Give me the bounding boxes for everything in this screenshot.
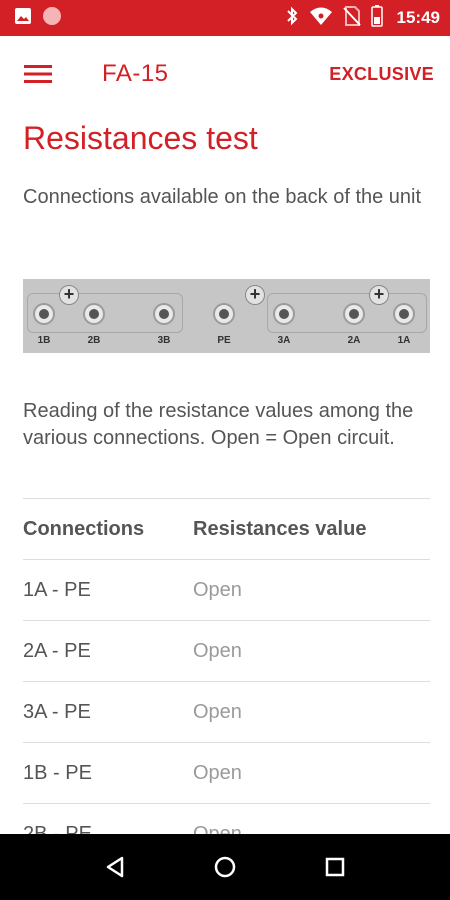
back-button[interactable] (95, 847, 135, 887)
terminal-label: PE (217, 335, 231, 346)
value-cell: Open (193, 578, 242, 601)
terminal-pe (213, 303, 235, 325)
image-icon (14, 7, 32, 30)
reading-description: Reading of the resistance values among t… (23, 400, 414, 449)
connection-cell: 1B - PE (23, 761, 92, 784)
header-connections: Connections (23, 517, 145, 540)
connection-cell: 3A - PE (23, 700, 91, 723)
terminal-1b (33, 303, 55, 325)
status-bar: 15:49 (0, 0, 450, 36)
table-header-row: Connections Resistances value (23, 498, 430, 559)
terminal-label: 3A (277, 335, 291, 346)
home-button[interactable] (205, 847, 245, 887)
table-row: 1B - PE Open (23, 742, 430, 803)
resistance-table: Connections Resistances value 1A - PE Op… (23, 498, 430, 834)
terminal-label: 2A (347, 335, 361, 346)
terminal-label: 3B (157, 335, 171, 346)
plus-icon: + (245, 285, 265, 305)
connector-panel-image: + + + 1B 2B 3B PE 3A 2A 1A (23, 279, 430, 353)
terminal-1a (393, 303, 415, 325)
menu-button[interactable] (24, 59, 54, 89)
terminal-label: 1B (37, 335, 51, 346)
plus-icon: + (369, 285, 389, 305)
value-cell: Open (193, 639, 242, 662)
terminal-2b (83, 303, 105, 325)
table-row: 3A - PE Open (23, 681, 430, 742)
record-icon (42, 6, 62, 31)
connection-cell: 1A - PE (23, 578, 91, 601)
intro-text: Connections available on the back of the… (23, 186, 422, 208)
status-right: 15:49 (285, 4, 440, 32)
plus-icon: + (59, 285, 79, 305)
value-cell: Open (193, 822, 242, 835)
app-bar: FA-15 EXCLUSIVE (0, 36, 450, 112)
terminal-2a (343, 303, 365, 325)
connection-cell: 2A - PE (23, 639, 91, 662)
terminal-label: 1A (397, 335, 411, 346)
wifi-icon (309, 6, 333, 31)
table-row: 2A - PE Open (23, 620, 430, 681)
hamburger-menu-icon (24, 65, 52, 83)
terminal-3a (273, 303, 295, 325)
recents-square-icon (325, 857, 345, 877)
status-left (14, 6, 62, 31)
value-cell: Open (193, 700, 242, 723)
header-resistance-value: Resistances value (193, 517, 367, 540)
connection-cell: 2B - PE (23, 822, 92, 835)
bluetooth-icon (285, 6, 299, 31)
back-triangle-icon (106, 856, 124, 878)
table-row: 2B - PE Open (23, 803, 430, 834)
terminal-3b (153, 303, 175, 325)
system-nav-bar (0, 834, 450, 900)
terminal-label: 2B (87, 335, 101, 346)
content-scroll-area[interactable]: Resistances test Connections available o… (0, 112, 450, 834)
app-title: FA-15 (102, 60, 169, 87)
page-title: Resistances test (23, 120, 258, 156)
table-row: 1A - PE Open (23, 559, 430, 620)
home-circle-icon (214, 856, 236, 878)
status-time: 15:49 (396, 8, 440, 27)
battery-icon (370, 4, 383, 32)
exclusive-button[interactable]: EXCLUSIVE (329, 64, 434, 85)
no-sim-icon (342, 5, 361, 31)
recents-button[interactable] (315, 847, 355, 887)
value-cell: Open (193, 761, 242, 784)
